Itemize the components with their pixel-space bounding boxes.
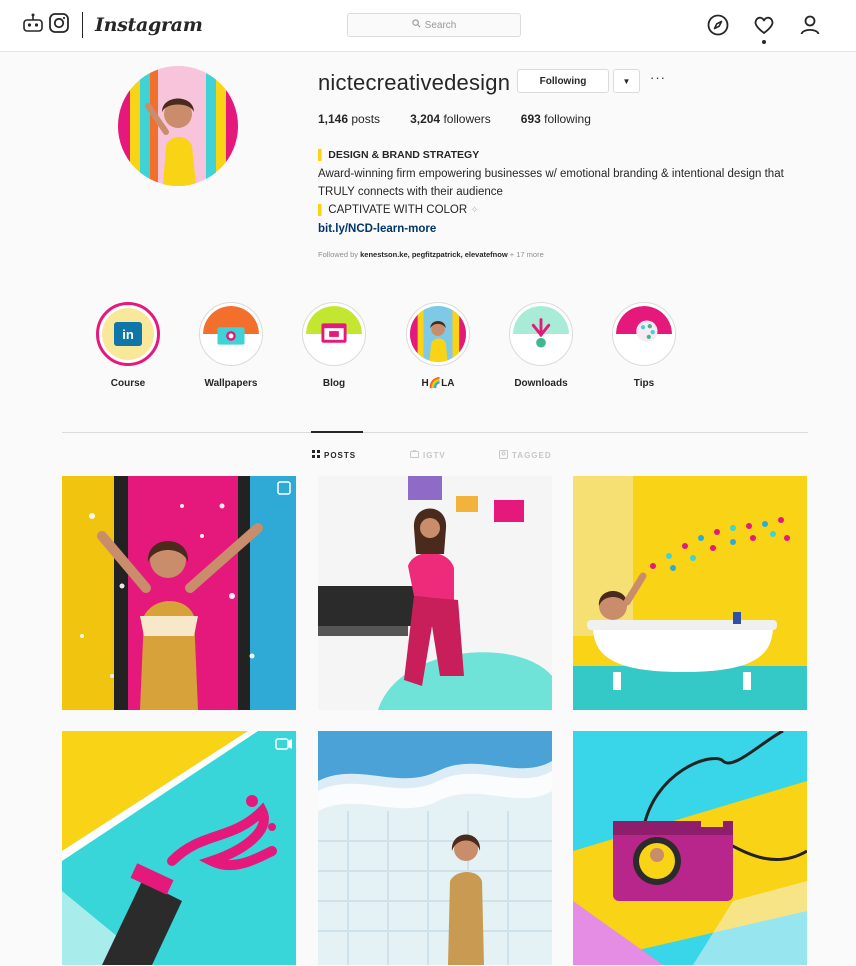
instagram-wordmark[interactable]: Instagram (95, 14, 203, 36)
highlight-course[interactable]: in Course (86, 302, 170, 389)
highlight-label: Downloads (514, 378, 568, 389)
search-icon (412, 19, 421, 31)
posts-label: posts (351, 112, 381, 126)
post-thumbnail[interactable] (573, 731, 807, 965)
nav-divider (82, 12, 83, 38)
following-stat[interactable]: 693 following (521, 112, 591, 126)
highlight-wallpapers[interactable]: Wallpapers (189, 302, 273, 389)
tab-posts[interactable]: POSTS (312, 450, 356, 460)
bio-title-line: ▌ DESIGN & BRAND STRATEGY (318, 146, 788, 165)
robot-icon[interactable] (22, 12, 44, 39)
followers-count: 3,204 (410, 112, 441, 126)
profile-username: nictecreativedesign (318, 70, 511, 95)
nav-right (706, 13, 822, 44)
highlight-ring: in (96, 302, 160, 366)
highlight-ring (302, 302, 366, 366)
followed-by-more: + 17 more (509, 250, 544, 259)
bio-link[interactable]: bit.ly/NCD-learn-more (318, 220, 788, 238)
highlight-ring (406, 302, 470, 366)
grid-icon (312, 450, 320, 460)
bio-tagline-line: ▌ CAPTIVATE WITH COLOR ✧ (318, 201, 788, 220)
bio-title: DESIGN & BRAND STRATEGY (328, 149, 480, 161)
bio-text: Award-winning firm empowering businesses… (318, 168, 784, 198)
lightbulb-icon: ▌ (318, 150, 326, 161)
posts-stat: 1,146 posts (318, 112, 380, 126)
highlight-ring (509, 302, 573, 366)
followers-stat[interactable]: 3,204 followers (410, 112, 491, 126)
portrait-thumbnail (410, 306, 466, 362)
post-thumbnail[interactable] (573, 476, 807, 710)
following-button[interactable]: Following (517, 69, 609, 93)
followers-label: followers (443, 112, 491, 126)
tab-label: POSTS (324, 450, 357, 460)
sparkle-icon: ✧ (470, 205, 479, 216)
post-thumbnail[interactable] (62, 731, 296, 965)
activity-heart-icon[interactable] (752, 13, 776, 44)
highlight-label: Wallpapers (204, 378, 258, 389)
tabs-divider (62, 432, 808, 433)
palette-icon (616, 306, 672, 362)
search-input[interactable]: Search (347, 13, 521, 37)
browser-window-icon (306, 306, 362, 362)
following-count-label: following (544, 112, 591, 126)
highlight-ring (199, 302, 263, 366)
highlight-tips[interactable]: Tips (602, 302, 686, 389)
highlight-label: H🌈LA (421, 378, 455, 389)
top-navigation-bar: Instagram Search (0, 0, 856, 52)
tab-igtv[interactable]: IGTV (410, 449, 446, 460)
active-tab-indicator (311, 431, 363, 433)
tag-person-icon (499, 450, 508, 461)
svg-text:in: in (122, 327, 134, 342)
followed-by-line[interactable]: Followed by kenestson.ke, pegfitzpatrick… (318, 250, 544, 259)
tv-icon (410, 449, 419, 460)
post-thumbnail[interactable] (62, 476, 296, 710)
more-options-icon[interactable]: ··· (650, 70, 666, 85)
profile-avatar[interactable] (118, 66, 238, 186)
search-placeholder: Search (424, 19, 457, 31)
instagram-camera-icon[interactable] (48, 12, 70, 39)
post-thumbnail[interactable] (318, 476, 552, 710)
highlight-label: Tips (633, 378, 655, 389)
linkedin-icon: in (102, 308, 154, 360)
highlight-label: Course (110, 378, 146, 389)
suggestions-dropdown-button[interactable]: ▼ (613, 69, 640, 93)
nav-left: Instagram (22, 12, 203, 38)
activity-dot (762, 40, 766, 44)
profile-person-icon[interactable] (798, 13, 822, 37)
highlight-downloads[interactable]: Downloads (499, 302, 583, 389)
explore-compass-icon[interactable] (706, 13, 730, 37)
profile-bio: ▌ DESIGN & BRAND STRATEGY Award-winning … (318, 146, 788, 238)
tab-tagged[interactable]: TAGGED (499, 450, 552, 461)
camera-phone-icon (203, 306, 259, 362)
profile-stats: 1,146 posts 3,204 followers 693 followin… (318, 112, 591, 126)
highlight-label: Blog (322, 378, 346, 389)
caret-down-icon: ▼ (622, 76, 631, 86)
following-count: 693 (520, 112, 541, 126)
highlight-ring (612, 302, 676, 366)
bio-tagline: CAPTIVATE WITH COLOR (328, 204, 468, 216)
followed-by-names: kenestson.ke, pegfitzpatrick, elevatefno… (360, 250, 508, 259)
followed-by-prefix: Followed by (318, 250, 359, 259)
post-thumbnail[interactable] (318, 731, 552, 965)
tab-label: IGTV (423, 450, 446, 460)
download-arrow-icon (513, 306, 569, 362)
posts-count: 1,146 (318, 112, 349, 126)
highlight-blog[interactable]: Blog (292, 302, 376, 389)
tab-label: TAGGED (512, 451, 552, 460)
highlight-hola[interactable]: H🌈LA (396, 302, 480, 389)
lightbulb-icon: ▌ (318, 205, 326, 216)
